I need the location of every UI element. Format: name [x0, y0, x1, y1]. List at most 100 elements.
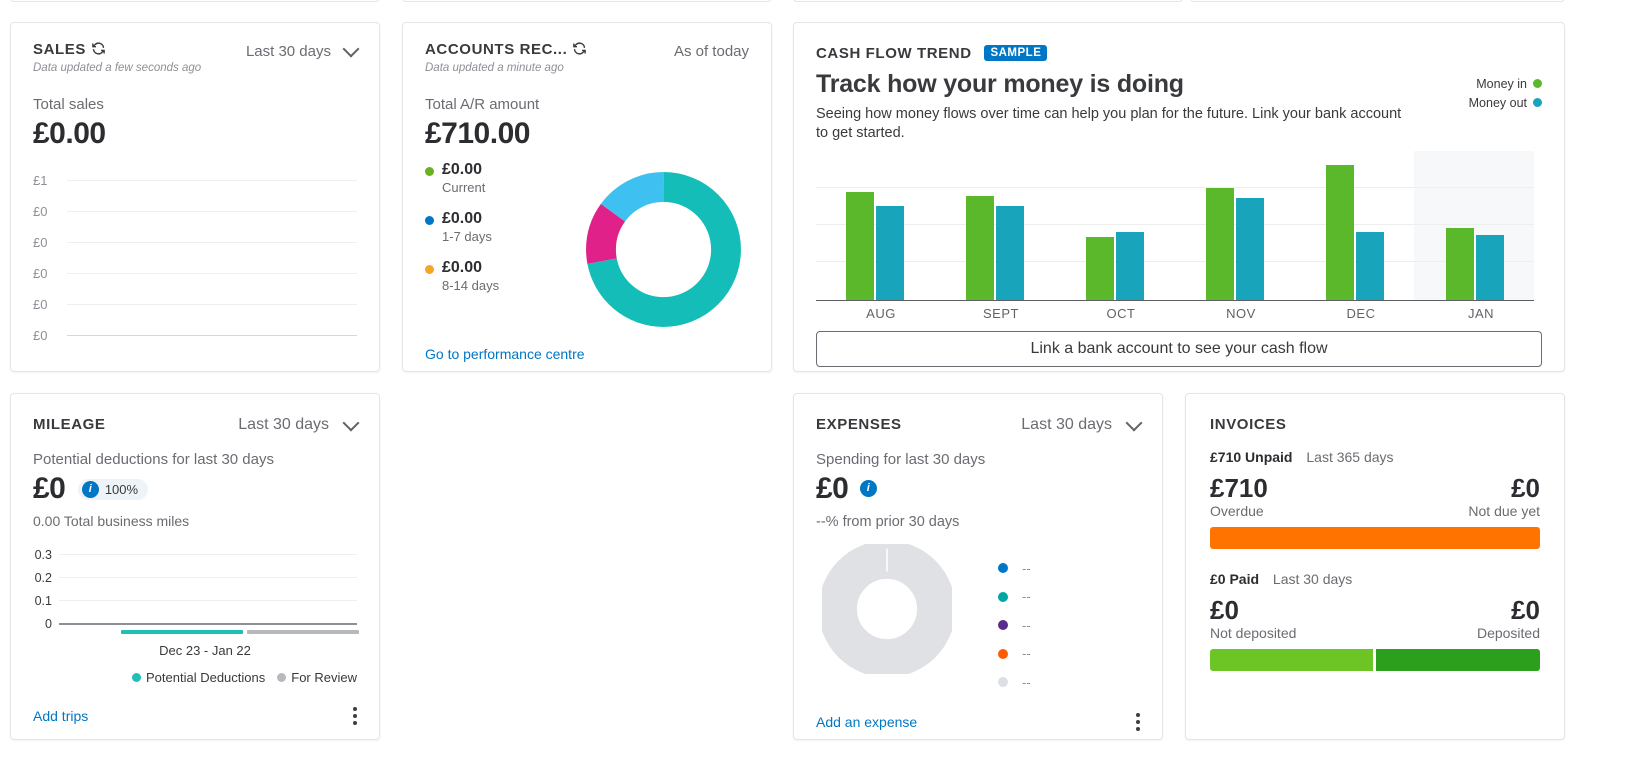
axis-tick-label: £1 [33, 173, 48, 188]
add-trips-link[interactable]: Add trips [33, 708, 88, 724]
bar-group-dec[interactable] [1326, 164, 1384, 300]
axis-row: £0 [33, 320, 357, 351]
gridline [816, 261, 1534, 262]
add-an-expense-link[interactable]: Add an expense [816, 714, 917, 730]
invoices-notdeposited-label: Not deposited [1210, 625, 1297, 641]
bar-group-aug[interactable] [846, 191, 904, 300]
bar-money-in[interactable] [1446, 227, 1474, 300]
bar-potential-deductions[interactable] [121, 630, 243, 634]
bar-segment-overdue[interactable] [1210, 527, 1540, 549]
bar-money-in[interactable] [846, 191, 874, 300]
ar-metric-label: Total A/R amount [425, 96, 540, 113]
invoices-card: INVOICES £710 Unpaid Last 365 days £710 … [1185, 393, 1565, 740]
bar-segment-not-deposited[interactable] [1210, 649, 1374, 671]
cash-flow-x-labels: AUG SEPT OCT NOV DEC JAN [816, 306, 1534, 324]
bar-group-jan[interactable] [1446, 227, 1504, 300]
ar-legend-label: Current [442, 180, 486, 195]
bar-money-out[interactable] [1116, 231, 1144, 300]
ar-legend-label: 1-7 days [442, 229, 492, 244]
gridline [59, 554, 357, 555]
legend-dot-8-14-days [425, 265, 434, 274]
dashboard-page: SALES Data updated a few seconds ago Las… [0, 0, 1626, 781]
axis-tick-label: £0 [33, 328, 48, 343]
bar-money-in[interactable] [1206, 187, 1234, 300]
invoices-unpaid-amount: £710 Unpaid [1210, 449, 1293, 465]
cash-flow-trend-card: CASH FLOW TREND SAMPLE Track how your mo… [793, 22, 1565, 372]
kebab-menu-icon[interactable] [353, 707, 357, 725]
axis-row: £0 [33, 227, 357, 258]
gridline [816, 187, 1534, 188]
gridline [67, 273, 357, 274]
legend-dot-potential-deductions [132, 673, 141, 682]
expenses-legend-item: -- [998, 611, 1031, 640]
bar-group-oct[interactable] [1086, 231, 1144, 300]
axis-row: 0.3 [33, 543, 357, 566]
chevron-down-icon[interactable] [342, 40, 360, 58]
bar-money-in[interactable] [1326, 164, 1354, 300]
bar-money-in[interactable] [1086, 236, 1114, 300]
mileage-period-selector[interactable]: Last 30 days [238, 414, 360, 434]
invoices-overdue-label: Overdue [1210, 503, 1264, 519]
sample-badge: SAMPLE [984, 45, 1048, 61]
ar-legend-amount: £0.00 [442, 210, 483, 227]
cash-flow-heading: Track how your money is doing [816, 70, 1184, 98]
link-bank-account-button[interactable]: Link a bank account to see your cash flo… [816, 331, 1542, 367]
sales-period-selector[interactable]: Last 30 days [245, 40, 360, 60]
x-label: DEC [1346, 306, 1376, 321]
bar-money-out[interactable] [996, 205, 1024, 300]
refresh-icon[interactable] [572, 41, 587, 56]
invoices-unpaid-header: £710 Unpaid Last 365 days [1210, 449, 1540, 465]
expenses-card: EXPENSES Last 30 days Spending for last … [793, 393, 1163, 740]
cash-flow-card-title: CASH FLOW TREND SAMPLE [816, 45, 1542, 62]
donut-segment-light-blue [586, 172, 741, 327]
sales-period-label: Last 30 days [245, 43, 331, 60]
invoices-unpaid-row: £710 Overdue £0 Not due yet [1210, 474, 1540, 519]
axis-tick-label: 0.2 [34, 570, 52, 585]
invoices-paid-bar[interactable] [1210, 649, 1540, 671]
expenses-legend: -- -- -- -- -- [998, 544, 1031, 697]
gridline [67, 211, 357, 212]
bar-money-out[interactable] [1356, 231, 1384, 300]
cash-flow-legend-item-money-out: Money out [1469, 94, 1542, 113]
mileage-legend-item-potential-deductions: Potential Deductions [132, 670, 265, 685]
expenses-legend-item: -- [998, 668, 1031, 697]
legend-dot-3 [998, 620, 1008, 631]
chevron-down-icon[interactable] [1125, 414, 1143, 431]
expenses-subtitle: Spending for last 30 days [816, 451, 986, 468]
bar-group-nov[interactable] [1206, 187, 1264, 300]
chevron-down-icon[interactable] [342, 414, 360, 431]
bar-money-out[interactable] [1236, 197, 1264, 300]
invoices-unpaid-bar[interactable] [1210, 527, 1540, 549]
info-icon[interactable]: i [859, 479, 877, 497]
bar-money-out[interactable] [1476, 234, 1504, 300]
expenses-donut-chart[interactable] [818, 540, 956, 678]
bar-for-review[interactable] [247, 630, 359, 634]
axis-tick-label: £0 [33, 266, 48, 281]
cash-flow-legend: Money in Money out [1469, 75, 1542, 113]
go-to-performance-centre-link[interactable]: Go to performance centre [425, 346, 749, 362]
x-label: AUG [866, 306, 896, 321]
legend-label: -- [1022, 617, 1031, 633]
bar-group-sept[interactable] [966, 195, 1024, 300]
mileage-subtitle: Potential deductions for last 30 days [33, 451, 274, 468]
kebab-menu-icon[interactable] [1136, 712, 1140, 731]
expenses-period-selector[interactable]: Last 30 days [1021, 414, 1143, 434]
invoices-notdue-value: £0 [1511, 473, 1540, 503]
bar-money-in[interactable] [966, 195, 994, 300]
mileage-x-label: Dec 23 - Jan 22 [159, 643, 251, 658]
axis-row: £1 [33, 165, 357, 196]
info-icon[interactable]: i [81, 480, 99, 498]
expenses-legend-item: -- [998, 640, 1031, 669]
invoices-paid-period: Last 30 days [1272, 571, 1353, 587]
bar-money-out[interactable] [876, 205, 904, 300]
bar-segment-deposited[interactable] [1376, 649, 1540, 671]
cash-flow-legend-item-money-in: Money in [1469, 75, 1542, 94]
ar-donut-chart[interactable] [581, 167, 746, 332]
mileage-percent-value: 100% [104, 481, 139, 497]
invoices-deposited-label: Deposited [1476, 625, 1540, 641]
mileage-percent-badge[interactable]: i 100% [77, 478, 149, 500]
refresh-icon[interactable] [91, 41, 106, 56]
ar-legend-item: £0.00 Current [425, 161, 575, 197]
invoices-unpaid-period: Last 365 days [1306, 449, 1394, 465]
gridline [67, 335, 357, 336]
